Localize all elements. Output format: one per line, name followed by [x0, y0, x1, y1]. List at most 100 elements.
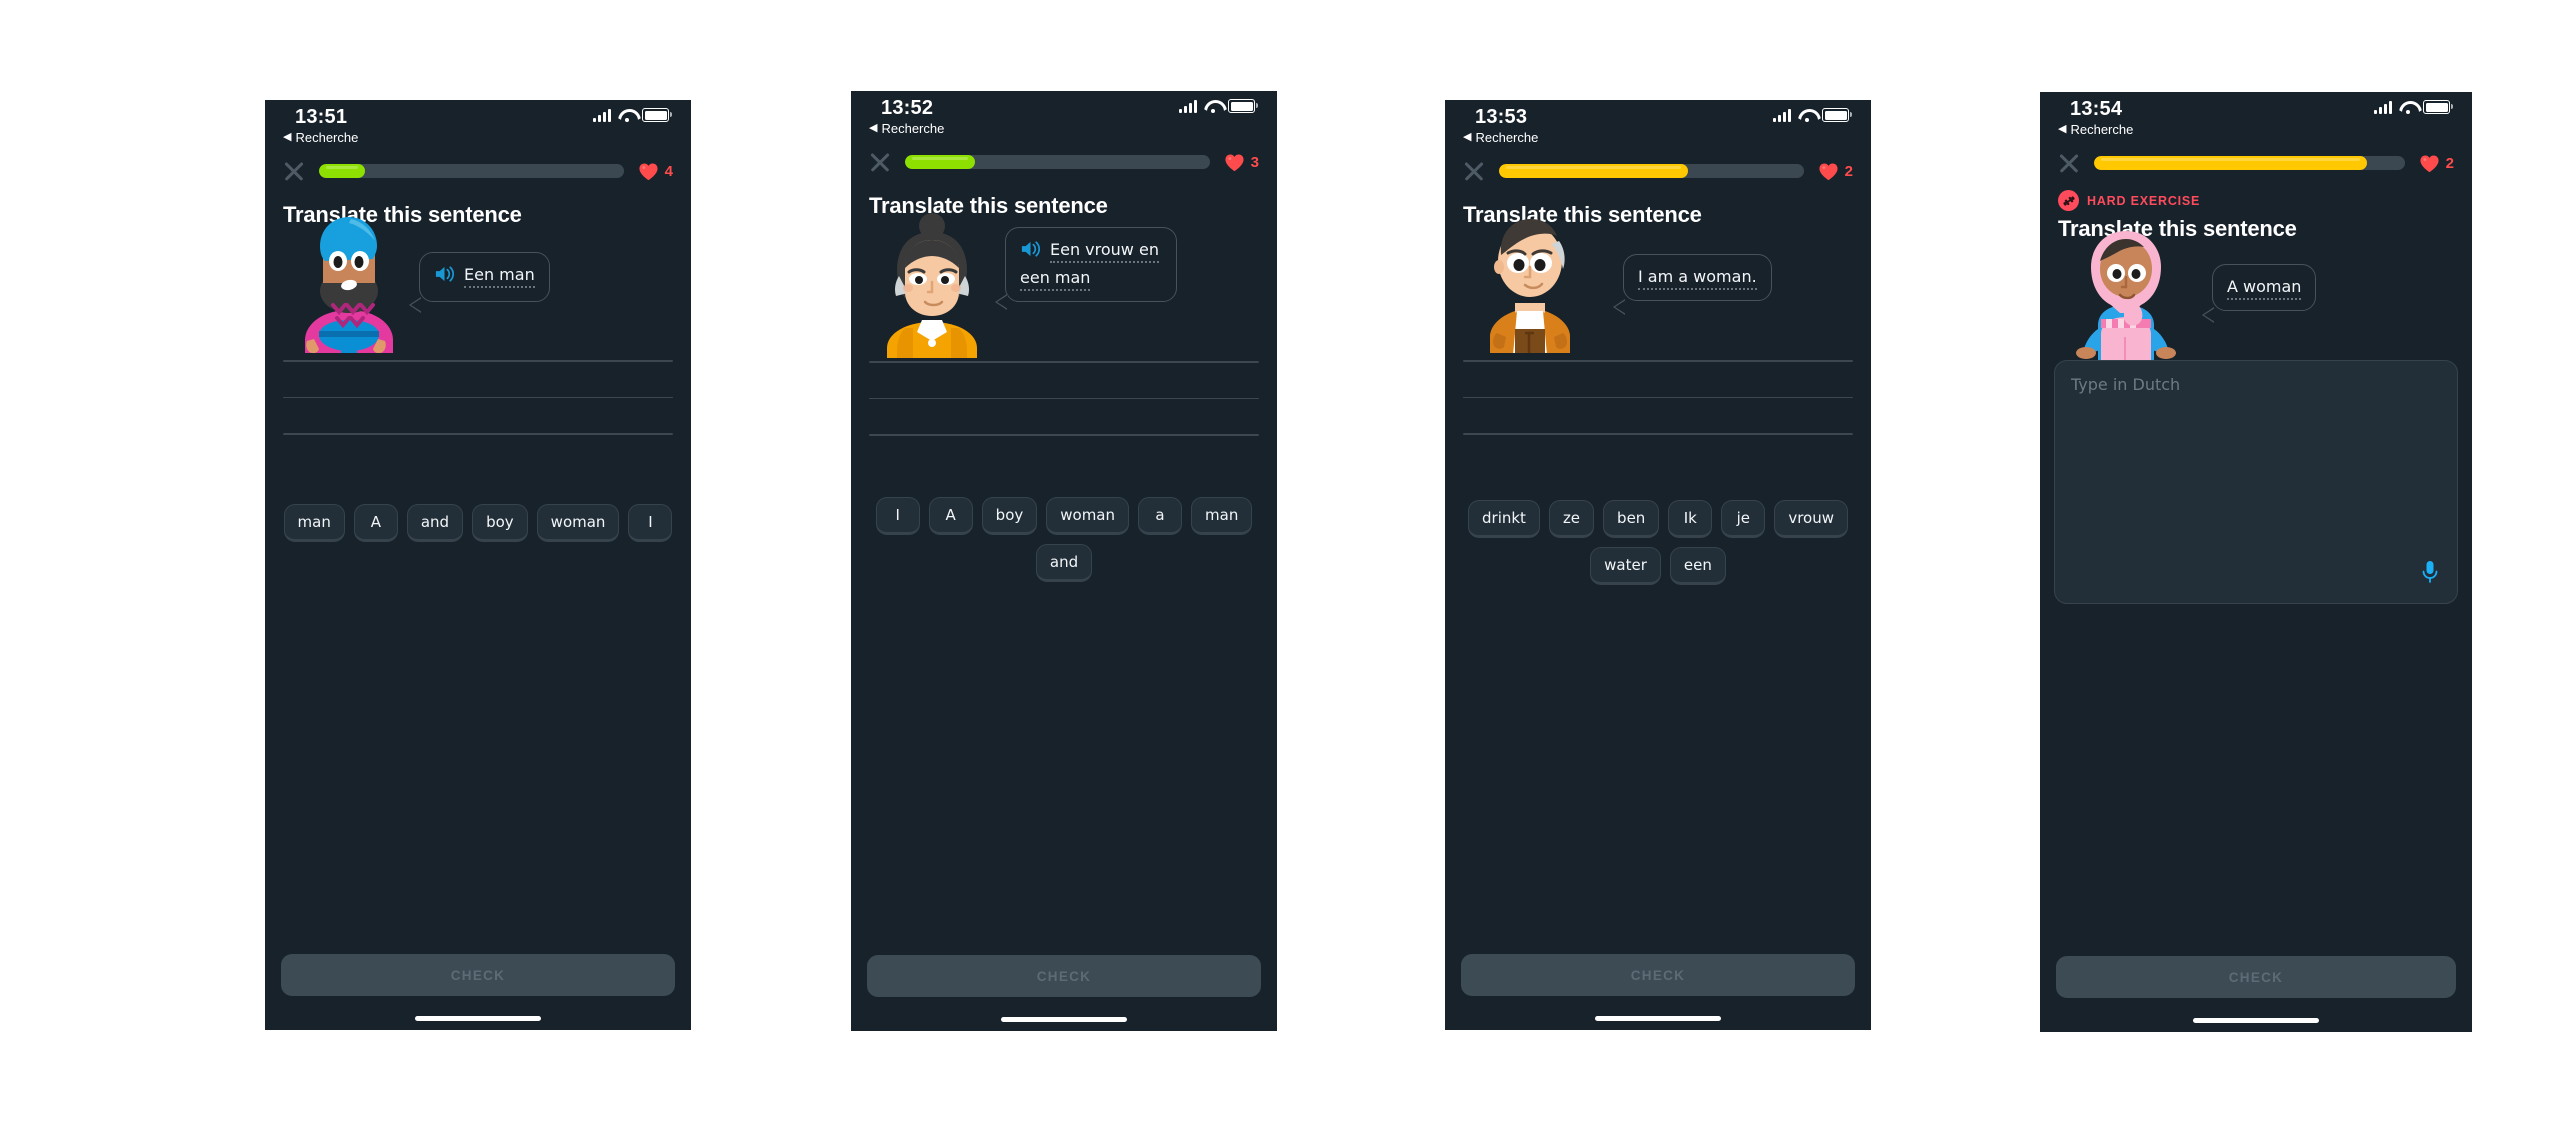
word-tile[interactable]: water — [1590, 547, 1661, 586]
answer-lines — [851, 361, 1277, 471]
bubble-line: I am a woman. — [1638, 267, 1757, 290]
cellular-signal-icon — [1773, 108, 1791, 122]
back-label: Recherche — [295, 130, 359, 145]
phone-screen-3: 13:53 ◀ Recherche 2 Translate this sente… — [1445, 100, 1871, 1030]
word-tile[interactable]: woman — [1046, 497, 1130, 536]
microphone-icon[interactable] — [2421, 560, 2439, 589]
close-icon[interactable] — [283, 160, 305, 182]
lesson-progress-fill — [1499, 164, 1688, 178]
answer-line[interactable] — [283, 360, 673, 362]
back-label: Recherche — [1475, 130, 1539, 145]
status-bar: 13:54 ◀ Recherche — [2040, 92, 2472, 140]
answer-line[interactable] — [283, 396, 673, 399]
answer-lines — [265, 360, 691, 470]
bubble-line: Een man — [464, 265, 535, 288]
bubble-line: Een vrouw en — [1050, 240, 1159, 263]
word-tile[interactable]: man — [1191, 497, 1253, 536]
word-tile[interactable]: Ik — [1668, 500, 1713, 539]
word-tile[interactable]: ben — [1603, 500, 1660, 539]
battery-icon — [2423, 100, 2453, 114]
word-bank: man A and boy woman I — [265, 504, 691, 543]
status-indicators — [593, 108, 672, 122]
home-indicator — [1595, 1016, 1721, 1021]
exercise-scene: Een man — [265, 217, 691, 356]
check-button[interactable]: CHECK — [2056, 956, 2456, 998]
dutch-text-input[interactable]: Type in Dutch — [2054, 360, 2458, 604]
character-illustration — [2072, 229, 2180, 366]
phone-screen-4: 13:54 ◀ Recherche 2 HARD EXERCISE Transl… — [2040, 92, 2472, 1032]
word-tile[interactable]: I — [628, 504, 673, 543]
battery-icon — [642, 108, 672, 122]
word-tile[interactable]: drinkt — [1468, 500, 1540, 539]
word-tile[interactable]: ze — [1548, 500, 1595, 539]
lesson-progress-fill — [319, 164, 365, 178]
word-tile[interactable]: je — [1721, 500, 1766, 539]
speaker-icon[interactable] — [434, 265, 455, 291]
lesson-progress-bar — [319, 164, 624, 178]
status-back-link[interactable]: ◀ Recherche — [2058, 122, 2133, 137]
exercise-scene: I am a woman. — [1445, 219, 1871, 356]
speech-bubble: Een vrouw en een man — [995, 227, 1177, 310]
back-label: Recherche — [881, 121, 945, 136]
status-time: 13:51 — [295, 106, 348, 128]
word-tile[interactable]: een — [1669, 547, 1726, 586]
word-tile[interactable]: woman — [536, 504, 620, 543]
hearts-indicator[interactable]: 2 — [2419, 154, 2454, 173]
answer-line[interactable] — [1463, 433, 1853, 436]
exercise-scene: A woman — [2040, 231, 2472, 361]
word-tile[interactable]: A — [353, 504, 398, 543]
word-tile[interactable]: man — [283, 504, 345, 543]
heart-icon — [2419, 154, 2440, 173]
check-button[interactable]: CHECK — [1461, 954, 1855, 996]
close-icon[interactable] — [2058, 152, 2080, 174]
word-bank: drinkt ze ben Ik je vrouw water een — [1445, 500, 1871, 586]
status-bar: 13:53 ◀ Recherche — [1445, 100, 1871, 148]
dumbbell-icon — [2058, 190, 2079, 211]
word-tile[interactable]: vrouw — [1774, 500, 1848, 539]
hard-exercise-badge: HARD EXERCISE — [2040, 186, 2472, 211]
close-icon[interactable] — [1463, 160, 1485, 182]
status-back-link[interactable]: ◀ Recherche — [869, 121, 944, 136]
status-indicators — [1773, 108, 1852, 122]
check-button[interactable]: CHECK — [281, 954, 675, 996]
answer-line[interactable] — [1463, 396, 1853, 399]
hearts-indicator[interactable]: 3 — [1224, 153, 1259, 172]
status-bar: 13:51 ◀ Recherche — [265, 100, 691, 148]
bubble-line: A woman — [2227, 277, 2302, 300]
answer-line[interactable] — [283, 433, 673, 436]
lesson-header: 3 — [851, 139, 1277, 185]
lesson-progress-bar — [905, 155, 1210, 169]
back-label: Recherche — [2070, 122, 2134, 137]
close-icon[interactable] — [869, 151, 891, 173]
phone-screen-1: 13:51 ◀ Recherche 4 Translate this sente… — [265, 100, 691, 1030]
lesson-progress-bar — [1499, 164, 1804, 178]
answer-line[interactable] — [1463, 360, 1853, 362]
status-back-link[interactable]: ◀ Recherche — [283, 130, 358, 145]
hearts-count: 3 — [1250, 153, 1259, 171]
word-tile[interactable]: A — [928, 497, 973, 536]
back-arrow-icon: ◀ — [1463, 131, 1472, 143]
bubble-line: een man — [1020, 267, 1091, 291]
status-back-link[interactable]: ◀ Recherche — [1463, 130, 1538, 145]
hearts-indicator[interactable]: 4 — [638, 162, 673, 181]
word-tile[interactable]: I — [875, 497, 920, 536]
word-tile[interactable]: and — [1035, 544, 1093, 583]
hearts-count: 2 — [2445, 154, 2454, 172]
word-tile[interactable]: a — [1138, 497, 1183, 536]
hearts-indicator[interactable]: 2 — [1818, 162, 1853, 181]
word-bank: I A boy woman a man and — [851, 497, 1277, 583]
word-tile[interactable]: boy — [472, 504, 528, 543]
battery-icon — [1228, 99, 1258, 113]
answer-line[interactable] — [869, 434, 1259, 437]
wifi-icon — [2399, 101, 2416, 114]
status-time: 13:52 — [881, 97, 934, 119]
character-illustration — [875, 210, 990, 363]
speaker-icon[interactable] — [1020, 240, 1041, 266]
word-tile[interactable]: boy — [981, 497, 1038, 536]
answer-input-area: Type in Dutch — [2040, 360, 2472, 604]
word-tile[interactable]: and — [406, 504, 464, 543]
battery-icon — [1822, 108, 1852, 122]
back-arrow-icon: ◀ — [869, 122, 878, 134]
check-button[interactable]: CHECK — [867, 955, 1261, 997]
answer-line[interactable] — [869, 397, 1259, 400]
